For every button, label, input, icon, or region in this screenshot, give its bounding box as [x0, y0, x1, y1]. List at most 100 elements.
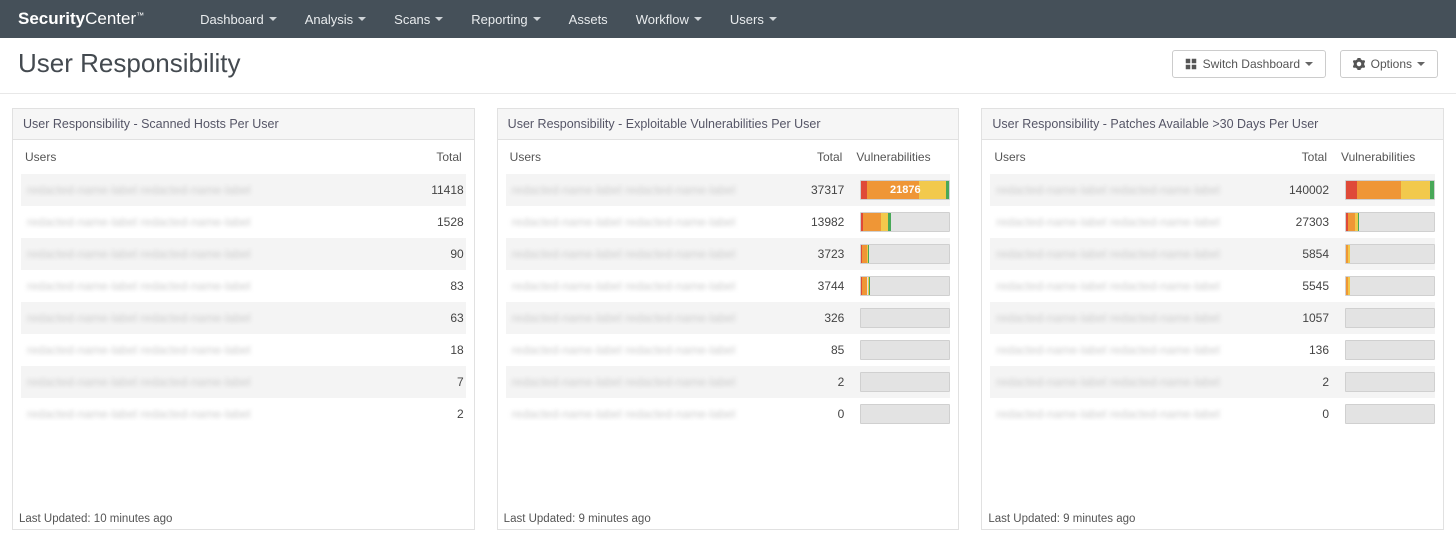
vuln-cell: [1345, 340, 1435, 360]
vuln-bar: [1345, 212, 1435, 232]
user-cell: redacted-name-label redacted-name-label: [21, 407, 406, 421]
total-cell: 83: [406, 279, 466, 293]
chevron-down-icon: [269, 17, 277, 21]
table-row[interactable]: redacted-name-label redacted-name-label1…: [990, 174, 1435, 206]
vuln-cell: [1345, 180, 1435, 200]
total-cell: 90: [406, 247, 466, 261]
bar-seg-yellow: [1348, 277, 1350, 295]
nav-item-analysis[interactable]: Analysis: [291, 0, 380, 38]
table-row[interactable]: redacted-name-label redacted-name-label5…: [990, 270, 1435, 302]
user-cell: redacted-name-label redacted-name-label: [990, 311, 1271, 325]
nav-item-users[interactable]: Users: [716, 0, 791, 38]
redacted-user-name: redacted-name-label redacted-name-label: [512, 183, 735, 197]
table-row[interactable]: redacted-name-label redacted-name-label2: [506, 366, 951, 398]
panel-updated: Last Updated: 9 minutes ago: [504, 513, 651, 525]
total-cell: 136: [1271, 343, 1331, 357]
switch-dashboard-button[interactable]: Switch Dashboard: [1172, 50, 1326, 78]
brand-strong: Security: [18, 9, 85, 28]
bar-seg-orange: [863, 213, 881, 231]
chevron-down-icon: [435, 17, 443, 21]
table-body: redacted-name-label redacted-name-label1…: [13, 174, 474, 430]
vuln-cell: [1345, 244, 1435, 264]
total-cell: 5854: [1271, 247, 1331, 261]
total-cell: 326: [786, 311, 846, 325]
chevron-down-icon: [694, 17, 702, 21]
bar-seg-green: [1358, 213, 1359, 231]
switch-dashboard-label: Switch Dashboard: [1203, 57, 1300, 71]
redacted-user-name: redacted-name-label redacted-name-label: [996, 215, 1219, 229]
table-row[interactable]: redacted-name-label redacted-name-label5…: [990, 238, 1435, 270]
user-cell: redacted-name-label redacted-name-label: [990, 247, 1271, 261]
redacted-user-name: redacted-name-label redacted-name-label: [512, 311, 735, 325]
nav-item-dashboard[interactable]: Dashboard: [186, 0, 291, 38]
table-row[interactable]: redacted-name-label redacted-name-label2: [21, 398, 466, 430]
user-cell: redacted-name-label redacted-name-label: [990, 375, 1271, 389]
col-total: Total: [784, 150, 842, 164]
nav-label: Assets: [569, 12, 608, 27]
user-cell: redacted-name-label redacted-name-label: [990, 343, 1271, 357]
total-cell: 13982: [786, 215, 846, 229]
vuln-cell: [860, 340, 950, 360]
panel: User Responsibility - Patches Available …: [981, 108, 1444, 530]
nav-item-workflow[interactable]: Workflow: [622, 0, 716, 38]
table-row[interactable]: redacted-name-label redacted-name-label0: [990, 398, 1435, 430]
user-cell: redacted-name-label redacted-name-label: [506, 311, 787, 325]
table-header: UsersTotalVulnerabilities: [982, 140, 1443, 174]
trademark-icon: ™: [136, 11, 144, 20]
redacted-user-name: redacted-name-label redacted-name-label: [996, 407, 1219, 421]
col-vulnerabilities: Vulnerabilities: [1341, 150, 1431, 164]
table-row[interactable]: redacted-name-label redacted-name-label7: [21, 366, 466, 398]
vuln-cell: 21876: [860, 180, 950, 200]
col-users: Users: [994, 150, 1269, 164]
nav-label: Users: [730, 12, 764, 27]
table-row[interactable]: redacted-name-label redacted-name-label3…: [506, 174, 951, 206]
total-cell: 5545: [1271, 279, 1331, 293]
options-button[interactable]: Options: [1340, 50, 1438, 78]
table-row[interactable]: redacted-name-label redacted-name-label0: [506, 398, 951, 430]
vuln-bar: [860, 308, 950, 328]
vuln-cell: [860, 276, 950, 296]
total-cell: 85: [786, 343, 846, 357]
table-row[interactable]: redacted-name-label redacted-name-label 3…: [506, 302, 951, 334]
brand-logo[interactable]: SecurityCenter™: [18, 9, 144, 29]
vuln-bar: [1345, 244, 1435, 264]
table-row[interactable]: redacted-name-label redacted-name-label2: [990, 366, 1435, 398]
bar-seg-green: [888, 213, 892, 231]
vuln-cell: [1345, 276, 1435, 296]
bar-seg-green: [869, 277, 870, 295]
user-cell: redacted-name-label redacted-name-label: [990, 407, 1271, 421]
table-row[interactable]: redacted-name-label redacted-name-label1…: [21, 334, 466, 366]
table-row[interactable]: redacted-name-label redacted-name-label1…: [506, 206, 951, 238]
redacted-user-name: redacted-name-label redacted-name-label: [996, 375, 1219, 389]
nav-item-scans[interactable]: Scans: [380, 0, 457, 38]
table-row[interactable]: redacted-name-label redacted-name-label8…: [21, 270, 466, 302]
panel-title: User Responsibility - Scanned Hosts Per …: [13, 109, 474, 140]
nav-item-assets[interactable]: Assets: [555, 0, 622, 38]
table-row[interactable]: redacted-name-label redacted-name-label1…: [21, 206, 466, 238]
brand-light: Center: [85, 9, 136, 28]
vuln-cell: [1345, 308, 1435, 328]
chevron-down-icon: [1305, 62, 1313, 66]
table-row[interactable]: redacted-name-label redacted-name-label2…: [990, 206, 1435, 238]
table-row[interactable]: redacted-name-label redacted-name-label1…: [990, 302, 1435, 334]
user-cell: redacted-name-label redacted-name-label: [21, 247, 406, 261]
table-row[interactable]: redacted-name-label redacted-name-label8…: [506, 334, 951, 366]
panel: User Responsibility - Exploitable Vulner…: [497, 108, 960, 530]
vuln-cell: [860, 212, 950, 232]
gear-icon: [1353, 58, 1365, 70]
table-row[interactable]: redacted-name-label redacted-name-label1…: [21, 174, 466, 206]
panel-updated: Last Updated: 10 minutes ago: [19, 513, 172, 525]
table-row[interactable]: redacted-name-label redacted-name-label6…: [21, 302, 466, 334]
table-row[interactable]: redacted-name-label redacted-name-label3…: [506, 238, 951, 270]
vuln-bar: [1345, 404, 1435, 424]
grid-icon: [1185, 58, 1197, 70]
table-row[interactable]: redacted-name-label redacted-name-label9…: [21, 238, 466, 270]
vuln-bar: [1345, 340, 1435, 360]
vuln-bar: [860, 340, 950, 360]
page-header: User Responsibility Switch Dashboard Opt…: [0, 38, 1456, 94]
table-row[interactable]: redacted-name-label redacted-name-label3…: [506, 270, 951, 302]
redacted-user-name: redacted-name-label redacted-name-label: [512, 247, 735, 261]
table-row[interactable]: redacted-name-label redacted-name-label1…: [990, 334, 1435, 366]
nav-item-reporting[interactable]: Reporting: [457, 0, 554, 38]
vuln-cell: [860, 308, 950, 328]
